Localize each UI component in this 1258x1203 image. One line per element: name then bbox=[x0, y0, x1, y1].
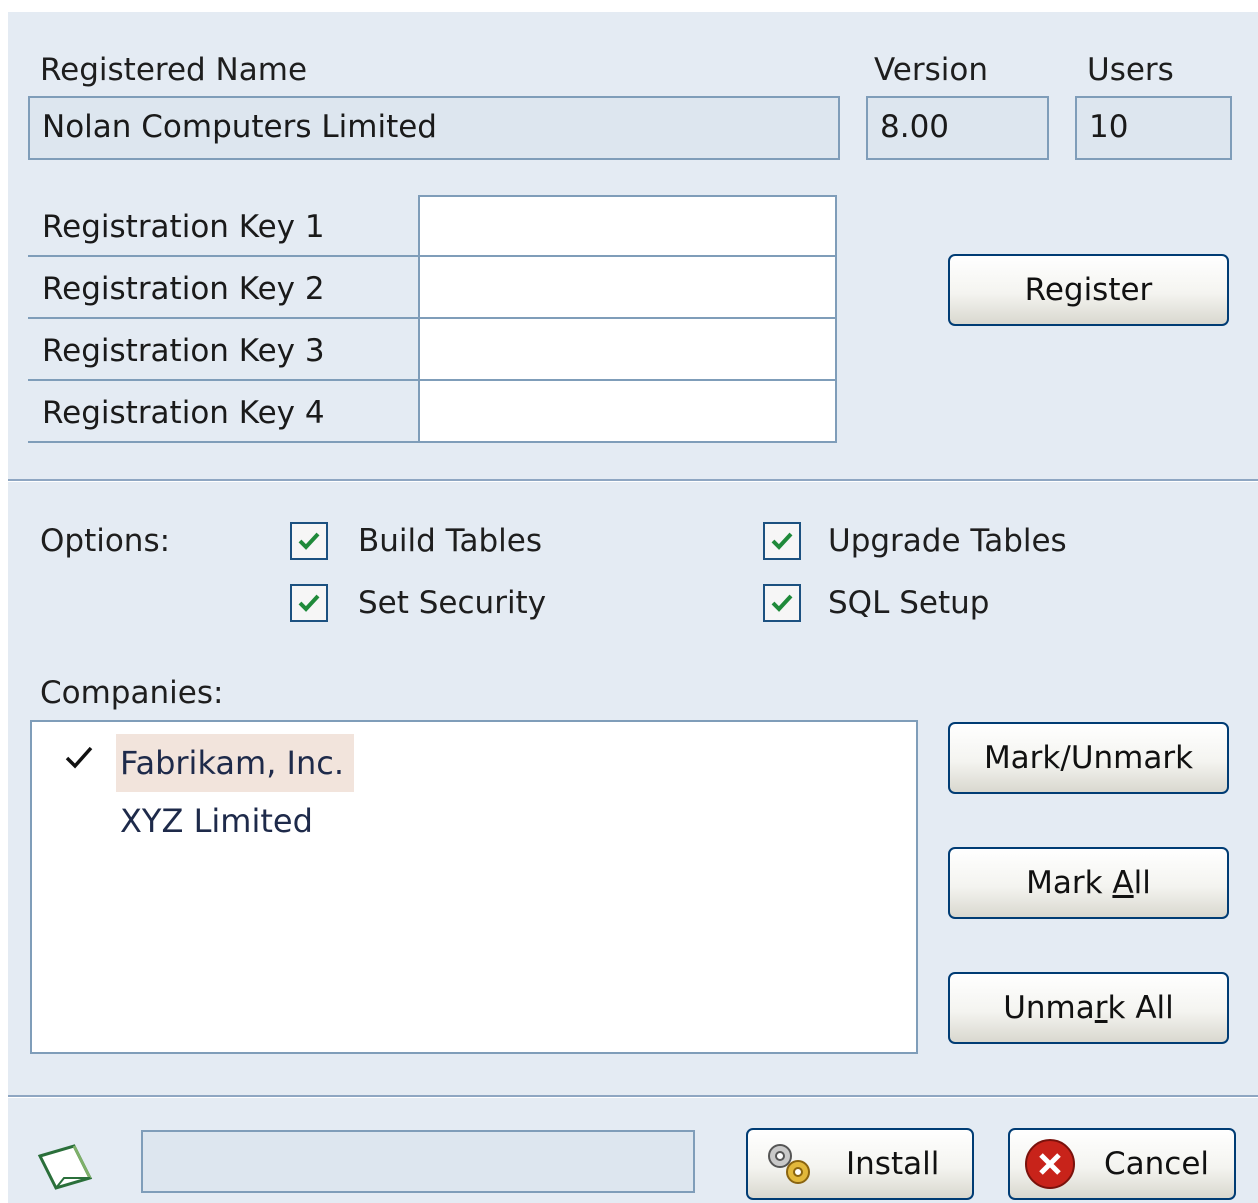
set-security-checkbox[interactable] bbox=[290, 584, 328, 622]
registration-key-1-input[interactable] bbox=[418, 195, 837, 257]
list-item[interactable]: XYZ Limited bbox=[32, 788, 916, 846]
registration-key-label: Registration Key 3 bbox=[28, 319, 418, 381]
install-button[interactable]: Install bbox=[746, 1128, 974, 1200]
cancel-label: Cancel bbox=[1104, 1146, 1210, 1182]
checkmark-icon bbox=[298, 532, 320, 550]
separator-top bbox=[8, 479, 1258, 482]
company-name: XYZ Limited bbox=[120, 802, 313, 840]
cancel-button[interactable]: Cancel bbox=[1008, 1128, 1236, 1200]
companies-list[interactable]: Fabrikam, Inc. XYZ Limited bbox=[30, 720, 918, 1054]
company-name: Fabrikam, Inc. bbox=[116, 734, 355, 792]
registration-key-label: Registration Key 1 bbox=[28, 195, 418, 257]
mark-unmark-button[interactable]: Mark/Unmark bbox=[948, 722, 1229, 794]
sql-setup-label[interactable]: SQL Setup bbox=[828, 585, 989, 621]
unmark-all-label: Unmark All bbox=[1003, 990, 1174, 1026]
companies-label: Companies: bbox=[40, 675, 224, 711]
checkmark-icon bbox=[298, 594, 320, 612]
registration-keys-grid: Registration Key 1 Registration Key 2 Re… bbox=[28, 195, 839, 443]
registration-key-row: Registration Key 3 bbox=[28, 319, 839, 381]
registration-key-row: Registration Key 1 bbox=[28, 195, 839, 257]
users-field: 10 bbox=[1075, 96, 1232, 160]
checkmark-icon bbox=[771, 532, 793, 550]
mark-all-label: Mark All bbox=[1026, 865, 1151, 901]
options-label: Options: bbox=[40, 523, 171, 559]
registered-name-label: Registered Name bbox=[40, 52, 308, 88]
install-gears-icon bbox=[768, 1144, 810, 1184]
status-field bbox=[141, 1130, 695, 1193]
registration-key-label: Registration Key 4 bbox=[28, 381, 418, 443]
registration-key-4-input[interactable] bbox=[418, 381, 837, 443]
registration-key-2-input[interactable] bbox=[418, 257, 837, 319]
set-security-label[interactable]: Set Security bbox=[358, 585, 546, 621]
mark-all-button[interactable]: Mark All bbox=[948, 847, 1229, 919]
unmark-all-button[interactable]: Unmark All bbox=[948, 972, 1229, 1044]
checkmark-icon bbox=[771, 594, 793, 612]
registration-key-label: Registration Key 2 bbox=[28, 257, 418, 319]
registration-key-row: Registration Key 2 bbox=[28, 257, 839, 319]
registration-dialog: Registered Name Nolan Computers Limited … bbox=[8, 12, 1258, 1203]
upgrade-tables-label[interactable]: Upgrade Tables bbox=[828, 523, 1067, 559]
users-label: Users bbox=[1087, 52, 1174, 88]
build-tables-checkbox[interactable] bbox=[290, 522, 328, 560]
registration-key-3-input[interactable] bbox=[418, 319, 837, 381]
build-tables-label[interactable]: Build Tables bbox=[358, 523, 542, 559]
checkmark-icon bbox=[65, 746, 93, 769]
note-icon bbox=[37, 1144, 93, 1190]
list-item[interactable]: Fabrikam, Inc. bbox=[32, 730, 916, 792]
sql-setup-checkbox[interactable] bbox=[763, 584, 801, 622]
upgrade-tables-checkbox[interactable] bbox=[763, 522, 801, 560]
registered-name-field: Nolan Computers Limited bbox=[28, 96, 840, 160]
separator-bottom bbox=[8, 1095, 1258, 1098]
install-label: Install bbox=[846, 1146, 940, 1182]
version-label: Version bbox=[874, 52, 988, 88]
cancel-icon bbox=[1025, 1139, 1075, 1189]
register-button[interactable]: Register bbox=[948, 254, 1229, 326]
registration-key-row: Registration Key 4 bbox=[28, 381, 839, 443]
version-field: 8.00 bbox=[866, 96, 1049, 160]
